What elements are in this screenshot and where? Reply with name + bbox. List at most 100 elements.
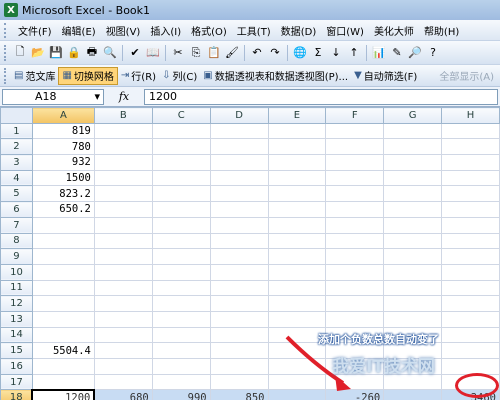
cell[interactable]: 823.2 bbox=[31, 185, 95, 203]
permission-icon[interactable]: 🔒 bbox=[66, 45, 82, 61]
cell[interactable] bbox=[383, 154, 443, 171]
cell[interactable] bbox=[93, 232, 153, 250]
cell[interactable] bbox=[383, 138, 443, 156]
cell[interactable] bbox=[151, 201, 211, 218]
cell[interactable] bbox=[151, 342, 211, 359]
cell[interactable] bbox=[93, 154, 153, 171]
cell[interactable] bbox=[93, 310, 153, 328]
cell[interactable] bbox=[93, 295, 153, 312]
cell[interactable] bbox=[151, 279, 211, 297]
cell[interactable] bbox=[267, 310, 327, 328]
cell[interactable] bbox=[267, 169, 327, 187]
cell[interactable] bbox=[441, 263, 500, 281]
help-icon[interactable]: ? bbox=[425, 45, 441, 61]
menu-data[interactable]: 数据(D) bbox=[276, 23, 322, 38]
insert-function-icon[interactable]: fx bbox=[104, 90, 144, 103]
cell[interactable] bbox=[267, 248, 327, 265]
cell[interactable]: 680 bbox=[93, 389, 153, 400]
cell[interactable] bbox=[151, 232, 211, 250]
row-header[interactable]: 2 bbox=[0, 138, 33, 156]
cell[interactable] bbox=[325, 263, 385, 281]
cell[interactable] bbox=[441, 122, 500, 140]
cell[interactable] bbox=[209, 342, 269, 359]
column-header-d[interactable]: D bbox=[209, 107, 269, 124]
row-header[interactable]: 1 bbox=[0, 122, 33, 140]
hyperlink-icon[interactable]: 🌐 bbox=[292, 45, 308, 61]
zoom-icon[interactable]: 🔎 bbox=[407, 45, 423, 61]
cell[interactable] bbox=[93, 279, 153, 297]
cell[interactable] bbox=[325, 310, 385, 328]
cell[interactable] bbox=[209, 310, 269, 328]
cell[interactable] bbox=[325, 232, 385, 250]
cell[interactable] bbox=[151, 169, 211, 187]
cell[interactable] bbox=[31, 232, 95, 250]
cell[interactable] bbox=[209, 216, 269, 234]
cell[interactable] bbox=[93, 263, 153, 281]
cell[interactable] bbox=[325, 216, 385, 234]
cell[interactable] bbox=[441, 201, 500, 218]
cell[interactable] bbox=[267, 138, 327, 156]
menu-edit[interactable]: 编辑(E) bbox=[57, 23, 101, 38]
cell[interactable] bbox=[151, 122, 211, 140]
cell[interactable] bbox=[93, 373, 153, 391]
row-header[interactable]: 5 bbox=[0, 185, 33, 203]
column-header-a[interactable]: A bbox=[31, 107, 95, 124]
cell[interactable] bbox=[267, 201, 327, 218]
new-icon[interactable]: 🗋 bbox=[12, 45, 28, 61]
active-cell[interactable]: 1200 bbox=[31, 388, 96, 400]
column-header-c[interactable]: C bbox=[151, 107, 211, 124]
toggle-grid-button[interactable]: ▦ 切换网格 bbox=[58, 66, 118, 85]
cell[interactable] bbox=[267, 263, 327, 281]
save-icon[interactable]: 💾 bbox=[48, 45, 64, 61]
cell[interactable] bbox=[151, 326, 211, 344]
copy-icon[interactable]: ⎘ bbox=[188, 45, 204, 61]
row-header[interactable]: 18 bbox=[0, 389, 33, 400]
cell[interactable] bbox=[383, 389, 443, 400]
cell[interactable] bbox=[93, 122, 153, 140]
cell[interactable] bbox=[31, 295, 95, 312]
cell[interactable] bbox=[209, 263, 269, 281]
research-icon[interactable]: 📖 bbox=[145, 45, 161, 61]
cell[interactable] bbox=[151, 216, 211, 234]
cell[interactable] bbox=[383, 216, 443, 234]
cell[interactable] bbox=[209, 185, 269, 203]
print-preview-icon[interactable]: 🔍 bbox=[102, 45, 118, 61]
cell[interactable] bbox=[325, 279, 385, 297]
cell[interactable] bbox=[325, 169, 385, 187]
redo-icon[interactable]: ↷ bbox=[267, 45, 283, 61]
row-header[interactable]: 12 bbox=[0, 295, 33, 312]
cell[interactable] bbox=[151, 138, 211, 156]
cell[interactable] bbox=[441, 248, 500, 265]
formula-input[interactable]: 1200 bbox=[144, 88, 498, 105]
column-header-b[interactable]: B bbox=[93, 107, 153, 124]
show-all-button[interactable]: 全部显示(A) bbox=[439, 68, 500, 83]
cell[interactable] bbox=[209, 326, 269, 344]
cell[interactable] bbox=[151, 310, 211, 328]
cell[interactable]: 850 bbox=[209, 389, 269, 400]
cell[interactable] bbox=[267, 185, 327, 203]
cell[interactable] bbox=[267, 295, 327, 312]
autofilter-button[interactable]: ▼ 自动筛选(F) bbox=[351, 67, 420, 85]
cell[interactable]: 650.2 bbox=[31, 201, 95, 218]
cell[interactable] bbox=[267, 216, 327, 234]
cell[interactable] bbox=[93, 185, 153, 203]
cell[interactable] bbox=[441, 185, 500, 203]
cell[interactable] bbox=[383, 295, 443, 312]
fanwenku-button[interactable]: ▤ 范文库 bbox=[11, 67, 58, 85]
row-header[interactable]: 11 bbox=[0, 279, 33, 297]
format-painter-icon[interactable]: 🖌 bbox=[224, 45, 240, 61]
column-header-f[interactable]: F bbox=[325, 107, 385, 124]
cell[interactable] bbox=[209, 248, 269, 265]
cell[interactable] bbox=[31, 263, 95, 281]
cell[interactable] bbox=[209, 279, 269, 297]
row-header[interactable]: 13 bbox=[0, 310, 33, 328]
menu-view[interactable]: 视图(V) bbox=[101, 23, 146, 38]
cell[interactable] bbox=[441, 358, 500, 375]
cell[interactable] bbox=[325, 122, 385, 140]
menu-window[interactable]: 窗口(W) bbox=[321, 23, 369, 38]
cell[interactable] bbox=[325, 248, 385, 265]
row-header[interactable]: 6 bbox=[0, 201, 33, 218]
cell[interactable] bbox=[151, 358, 211, 375]
toolbar-grip[interactable] bbox=[4, 44, 7, 61]
cell[interactable] bbox=[441, 326, 500, 344]
